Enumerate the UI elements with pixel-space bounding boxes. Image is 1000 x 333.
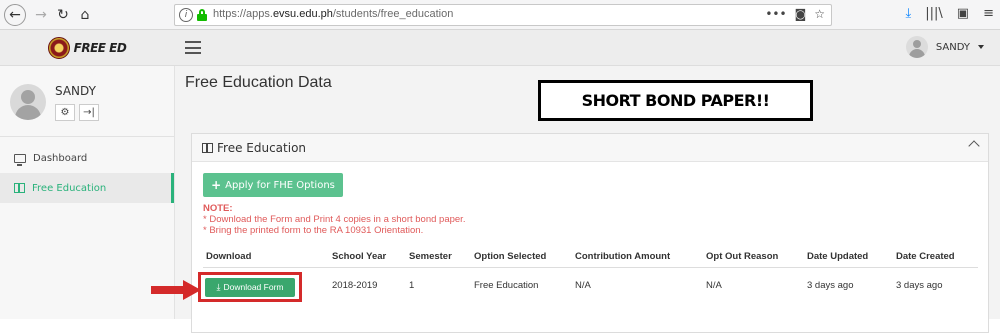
table-row: ⤓ Download Form 2018-2019 1 Free Educati… xyxy=(198,272,978,302)
panel-heading: Free Education xyxy=(192,134,988,162)
plus-icon: + xyxy=(211,178,222,192)
home-icon[interactable]: ⌂ xyxy=(74,4,96,26)
column-header: Date Created xyxy=(896,250,955,262)
downloads-icon[interactable]: ⤓ xyxy=(906,6,912,21)
apply-fhe-options-button[interactable]: + Apply for FHE Options xyxy=(203,173,343,197)
download-icon: ⤓ xyxy=(216,281,221,292)
profile-avatar xyxy=(10,84,46,120)
bookmark-star-icon[interactable]: ☆ xyxy=(814,7,825,21)
table-header: Download School Year Semester Option Sel… xyxy=(203,244,978,268)
divider xyxy=(0,136,174,137)
url-host: evsu.edu.ph xyxy=(272,8,333,20)
main-content: Free Education Data SHORT BOND PAPER!! F… xyxy=(175,66,1000,333)
url-path: /students/free_education xyxy=(332,8,454,20)
note-line: * Download the Form and Print 4 copies i… xyxy=(203,214,466,225)
column-header: Semester xyxy=(409,250,452,262)
avatar xyxy=(905,36,928,58)
annotation-text: SHORT BOND PAPER!! xyxy=(581,91,770,110)
user-name: SANDY xyxy=(935,41,970,53)
note-line: * Bring the printed form to the RA 10931… xyxy=(203,225,424,236)
profile-name: SANDY xyxy=(55,84,96,98)
red-arrow-annotation xyxy=(151,280,201,300)
chevron-up-icon[interactable] xyxy=(968,140,980,152)
reload-icon[interactable]: ↻ xyxy=(52,4,74,26)
address-bar[interactable]: i https://apps.evsu.edu.ph/students/free… xyxy=(174,4,832,26)
menu-icon[interactable]: ≡ xyxy=(983,6,994,21)
logout-button[interactable]: →| xyxy=(79,104,99,121)
sidebar-item-free-education[interactable]: Free Education xyxy=(0,173,174,203)
gift-icon xyxy=(202,142,213,153)
contribution-amount-cell: N/A xyxy=(575,279,591,291)
page-title: Free Education Data xyxy=(185,74,332,91)
opt-out-reason-cell: N/A xyxy=(706,279,722,291)
column-header: School Year xyxy=(332,250,387,262)
sidebar-item-dashboard[interactable]: Dashboard xyxy=(0,143,174,173)
forward-icon[interactable]: → xyxy=(30,4,52,26)
browser-toolbar: ← → ↻ ⌂ i https://apps.evsu.edu.ph/stude… xyxy=(0,0,1000,30)
school-year-cell: 2018-2019 xyxy=(332,279,378,291)
free-education-panel: Free Education + Apply for FHE Options N… xyxy=(191,133,989,333)
annotation-box: SHORT BOND PAPER!! xyxy=(538,80,813,121)
gift-icon xyxy=(14,183,25,193)
url-text[interactable]: https://apps.evsu.edu.ph/students/free_e… xyxy=(213,8,453,20)
panel-title: Free Education xyxy=(217,140,307,155)
settings-button[interactable]: ⚙ xyxy=(55,104,75,121)
info-icon[interactable]: i xyxy=(179,8,193,22)
note: NOTE: * Download the Form and Print 4 co… xyxy=(203,203,465,236)
monitor-icon xyxy=(14,153,26,166)
app-header: FREE ED SANDY xyxy=(0,30,1000,66)
download-highlight: ⤓ Download Form xyxy=(198,272,302,302)
apply-button-label: Apply for FHE Options xyxy=(225,179,335,191)
university-seal-icon xyxy=(47,37,70,59)
column-header: Opt Out Reason xyxy=(706,250,779,262)
library-icon[interactable]: |||\ xyxy=(925,6,943,21)
sidebar-item-label: Dashboard xyxy=(33,152,88,164)
gear-icon: ⚙ xyxy=(60,107,70,118)
sidebar: SANDY ⚙ →| Dashboard Free Education xyxy=(0,66,175,319)
more-actions-icon[interactable]: ••• xyxy=(765,7,786,21)
column-header: Download xyxy=(206,250,252,262)
hamburger-menu-icon[interactable] xyxy=(185,41,201,54)
download-button-label: Download Form xyxy=(223,282,284,292)
date-created-cell: 3 days ago xyxy=(896,279,943,291)
option-selected-cell: Free Education xyxy=(474,279,539,291)
date-updated-cell: 3 days ago xyxy=(807,279,854,291)
caret-down-icon xyxy=(978,45,984,49)
pocket-icon[interactable]: ◙ xyxy=(795,7,807,21)
sidebar-toggle-icon[interactable]: ▣ xyxy=(957,6,969,21)
column-header: Date Updated xyxy=(807,250,869,262)
column-header: Option Selected xyxy=(474,250,547,262)
free-education-table: Download School Year Semester Option Sel… xyxy=(198,244,978,302)
column-header: Contribution Amount xyxy=(575,250,671,262)
lock-icon xyxy=(197,9,207,21)
sidebar-item-label: Free Education xyxy=(32,182,107,194)
url-prefix: https://apps. xyxy=(213,8,273,20)
note-title: NOTE: xyxy=(203,203,233,214)
semester-cell: 1 xyxy=(409,279,415,291)
back-icon[interactable]: ← xyxy=(4,4,26,26)
download-form-button[interactable]: ⤓ Download Form xyxy=(205,277,295,297)
user-menu[interactable]: SANDY xyxy=(905,36,984,58)
app-logo[interactable]: FREE ED xyxy=(0,30,174,66)
logo-text: FREE ED xyxy=(73,41,127,55)
logout-icon: →| xyxy=(83,107,95,118)
